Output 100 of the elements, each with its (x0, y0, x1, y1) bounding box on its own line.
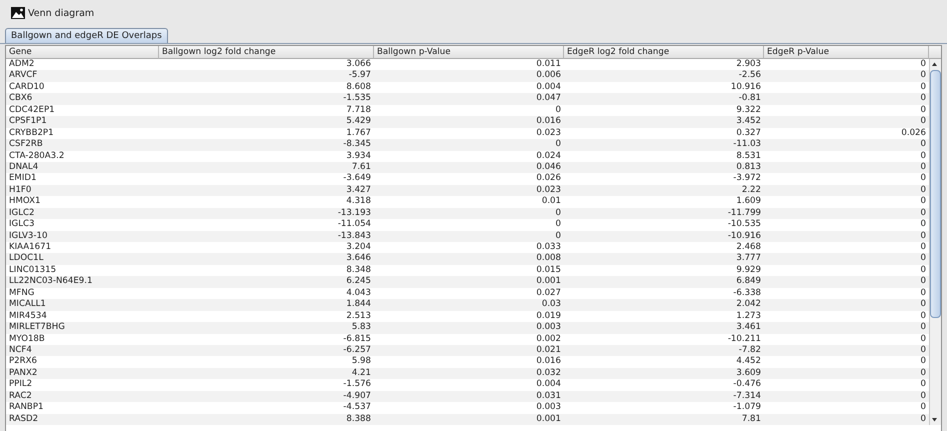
table-cell-text: -10.211 (726, 334, 762, 345)
table-cell: -11.03 (564, 139, 764, 150)
table-cell: 0 (764, 184, 929, 196)
table-cell: -11.799 (564, 208, 764, 220)
table-cell: 3.427 (159, 184, 374, 196)
gene-cell-text: KIAA1671 (8, 242, 52, 254)
table-cell: 6.245 (159, 276, 374, 288)
table-cell: 0.001 (374, 414, 564, 425)
table-cell-text: 0.033 (535, 242, 562, 254)
table-cell-text: 2.513 (345, 310, 372, 322)
table-cell-text: -6.815 (342, 334, 372, 345)
table-cell: 0 (764, 70, 929, 82)
table-cell-text: 0.026 (535, 173, 562, 185)
table-cell: 5.429 (159, 116, 374, 128)
table-cell: -10.916 (564, 230, 764, 242)
table-cell-text: 0 (920, 356, 927, 368)
table-cell-text: 0 (920, 288, 927, 300)
table-cell: 0.016 (374, 116, 564, 128)
table-cell-text: 0 (920, 219, 927, 231)
table-cell-text: 0 (554, 104, 562, 116)
table-cell: 0 (764, 368, 929, 380)
gene-cell: RAC2 (6, 390, 159, 402)
table-cell: -13.843 (159, 230, 374, 242)
gene-cell-text: HMOX1 (8, 196, 42, 208)
table-cell: 3.777 (564, 253, 764, 265)
gene-cell-text: RANBP1 (8, 402, 44, 414)
table-cell: 0.031 (374, 390, 564, 402)
table-cell: 0 (374, 139, 564, 150)
table-cell-text: 0.004 (535, 82, 562, 94)
table-cell-text: 0 (920, 196, 927, 208)
gene-cell: CPSF1P1 (6, 116, 159, 128)
table-cell-text: 0 (920, 242, 927, 254)
table-cell: 0.032 (374, 368, 564, 380)
table-cell-text: 0.327 (735, 128, 762, 140)
table-cell: 0 (374, 208, 564, 220)
table-cell: 2.042 (564, 299, 764, 311)
table-cell: 6.849 (564, 276, 764, 288)
gene-cell: IGLC2 (6, 208, 159, 220)
table-cell-text: 0.004 (535, 379, 562, 391)
table-cell: 0 (374, 230, 564, 242)
table-cell-text: 0.002 (535, 334, 562, 345)
gene-cell: NCF4 (6, 344, 159, 356)
table-cell: 0.047 (374, 93, 564, 105)
gene-cell: RASD2 (6, 414, 159, 425)
table-cell: 0.813 (564, 162, 764, 174)
column-header[interactable]: Ballgown log2 fold change (159, 46, 374, 59)
table-cell-text: 1.767 (345, 128, 372, 140)
table-cell-text: 8.608 (345, 82, 372, 94)
table-cell: 0.003 (374, 322, 564, 334)
table-cell: 7.81 (564, 414, 764, 425)
table-cell-text: 8.531 (735, 150, 762, 162)
table-cell-text: -10.535 (726, 219, 762, 231)
table-cell-text: 0 (920, 379, 927, 391)
tab[interactable]: Ballgown and edgeR DE Overlaps (5, 28, 168, 43)
table-cell: 2.22 (564, 184, 764, 196)
gene-cell-text: EMID1 (8, 173, 38, 185)
table-cell-text: 0.024 (535, 150, 562, 162)
column-header[interactable]: EdgeR p-Value (764, 46, 929, 59)
table-cell-text: 0.01 (540, 196, 562, 208)
table-cell-text: 0 (920, 264, 927, 276)
table-cell-text: 9.322 (735, 104, 762, 116)
table-cell-text: -11.054 (336, 219, 372, 231)
table-cell-text: 0 (920, 104, 927, 116)
table-cell: 0 (764, 390, 929, 402)
gene-cell-text: ADM2 (8, 59, 36, 70)
table-cell-text: 7.718 (345, 104, 372, 116)
table-cell: 3.609 (564, 368, 764, 380)
gene-cell-text: CARD10 (8, 82, 46, 94)
table-cell-text: 1.273 (735, 310, 762, 322)
gene-cell-text: MFNG (8, 288, 36, 300)
table-cell: 0 (764, 93, 929, 105)
gene-cell: LDOC1L (6, 253, 159, 265)
table-cell-text: 0 (920, 334, 927, 345)
table-cell-text: 10.916 (730, 82, 762, 94)
table-cell-text: 4.318 (345, 196, 372, 208)
gene-cell: LL22NC03-N64E9.1 (6, 276, 159, 288)
column-header[interactable]: EdgeR log2 fold change (564, 46, 764, 59)
table-cell: 1.844 (159, 299, 374, 311)
column-header[interactable]: Ballgown p-Value (374, 46, 564, 59)
table-cell-text: 3.934 (345, 150, 372, 162)
table-cell: -0.81 (564, 93, 764, 105)
table-cell: -7.314 (564, 390, 764, 402)
table-cell-text: 0.023 (535, 128, 562, 140)
table-cell-text: 0.026 (900, 128, 927, 140)
gene-cell-text: CRYBB2P1 (8, 128, 55, 140)
table-cell: 0 (764, 414, 929, 425)
gene-cell: ARVCF (6, 70, 159, 82)
table-cell: 0 (764, 344, 929, 356)
table-cell-text: -4.537 (342, 402, 372, 414)
table-cell: 3.646 (159, 253, 374, 265)
table-cell-text: -0.476 (732, 379, 762, 391)
table-cell-text: 9.929 (735, 264, 762, 276)
table-cell: 0 (764, 230, 929, 242)
column-header[interactable]: Gene (6, 46, 159, 59)
venn-diagram-button[interactable]: Venn diagram (9, 5, 96, 21)
table-cell-text: -1.079 (732, 402, 762, 414)
gene-cell-text: PPIL2 (8, 379, 34, 391)
table-cell: 0.001 (374, 276, 564, 288)
table-cell-text: 4.452 (735, 356, 762, 368)
table-cell: -5.97 (159, 70, 374, 82)
